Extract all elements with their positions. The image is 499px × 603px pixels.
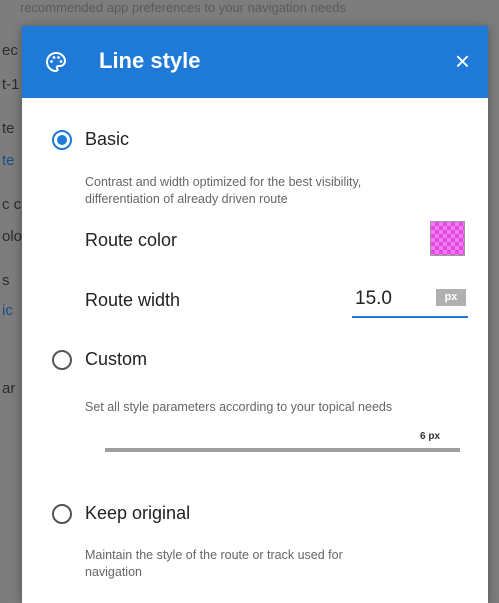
custom-width-slider[interactable] xyxy=(105,448,460,452)
basic-option-description: Contrast and width optimized for the bes… xyxy=(85,175,362,206)
background-fragment: olo xyxy=(2,228,23,245)
background-fragment: ec xyxy=(2,42,18,59)
route-width-input[interactable]: 15.0 px xyxy=(352,284,468,318)
background-fragment: te xyxy=(2,152,15,169)
background-fragment: ar xyxy=(2,380,16,397)
palette-icon xyxy=(46,51,67,73)
route-color-swatch[interactable] xyxy=(430,221,465,256)
custom-option-label[interactable]: Custom xyxy=(85,349,147,370)
background-fragment: t-1 xyxy=(2,76,20,93)
background-fragment: s xyxy=(2,272,10,289)
dialog-titlebar: Line style × xyxy=(22,26,488,98)
route-width-unit: px xyxy=(436,289,466,306)
route-width-label: Route width xyxy=(85,290,181,310)
custom-option-description: Set all style parameters according to yo… xyxy=(85,400,393,414)
background-top-text: recommended app preferences to your navi… xyxy=(20,0,346,15)
background-fragment: c c xyxy=(2,196,22,213)
keep-original-option-label[interactable]: Keep original xyxy=(85,503,190,524)
basic-radio[interactable] xyxy=(52,130,72,150)
basic-option-label[interactable]: Basic xyxy=(85,129,129,150)
keep-original-option-description: Maintain the style of the route or track… xyxy=(85,548,343,579)
route-width-value[interactable]: 15.0 xyxy=(355,288,392,310)
custom-radio[interactable] xyxy=(52,350,72,370)
custom-width-value: 6 px xyxy=(420,431,441,442)
background-fragment: te xyxy=(2,120,15,137)
route-color-label: Route color xyxy=(85,230,178,250)
background-fragment: ic xyxy=(2,302,13,319)
close-button[interactable]: × xyxy=(455,46,470,76)
keep-original-radio[interactable] xyxy=(52,504,72,524)
dialog-title: Line style xyxy=(99,48,201,73)
line-style-dialog: Line style × Basic Contrast and width op… xyxy=(22,26,488,603)
